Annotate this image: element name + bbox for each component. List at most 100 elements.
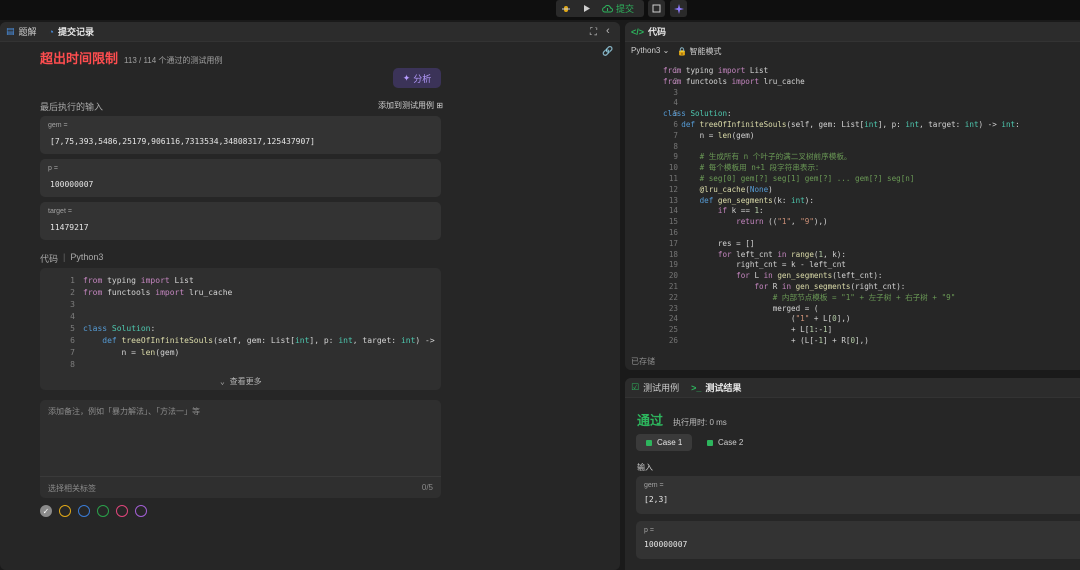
chevron-down-icon: ⌄ — [220, 377, 225, 386]
status-meta: 113 / 114 个通过的测试用例 — [124, 56, 223, 65]
last-input-label: 最后执行的输入 — [40, 102, 104, 112]
tab-label: 测试用例 — [643, 383, 680, 393]
code-icon: </> — [631, 26, 645, 37]
input-value: 11479217 — [50, 223, 89, 232]
input-label: gem = — [48, 122, 68, 129]
run-controls: 提交 — [556, 0, 644, 17]
test-input-p: p = 100000007 — [636, 521, 1080, 559]
smart-mode[interactable]: 🔒 智能模式 — [677, 46, 721, 57]
tab-testcases[interactable]: ☑ 测试用例 — [631, 381, 679, 394]
color-purple[interactable] — [135, 505, 147, 517]
input-label: target = — [48, 208, 72, 215]
code-editor[interactable]: 1 from typing import List 2 from functools… — [625, 66, 1080, 347]
color-pink[interactable] — [116, 505, 128, 517]
tab-label: 代码 — [648, 27, 667, 37]
play-icon — [583, 5, 590, 12]
tag-counter: 0/5 — [421, 483, 433, 492]
language-value: Python3 — [631, 46, 661, 55]
code-section-label: 代码 | Python3 — [40, 252, 104, 264]
case-2-button[interactable]: Case 2 — [697, 434, 753, 451]
input-value: 100000007 — [644, 540, 688, 549]
color-green[interactable] — [97, 505, 109, 517]
test-panel: ☑ 测试用例 >_ 测试结果 通过 执行用时: 0 ms Case 1 Case… — [625, 378, 1080, 570]
code-lang: Python3 — [70, 252, 104, 262]
see-more-label: 查看更多 — [229, 377, 262, 386]
tab-code[interactable]: </> 代码 — [631, 25, 666, 38]
submission-panel: ▤ 题解 ◔ 提交记录 ⛶ ‹ 🔗 超出时间限制 113 / 114 个通过的测… — [0, 22, 620, 570]
sparkle-icon: ✦ — [402, 72, 411, 83]
ai-button[interactable] — [670, 0, 687, 17]
color-blue[interactable] — [78, 505, 90, 517]
exec-time: 执行用时: 0 ms — [673, 418, 727, 427]
mode-label: 智能模式 — [689, 47, 722, 56]
input-label: p = — [48, 165, 58, 172]
input-section-label: 输入 — [637, 463, 653, 472]
result-row: 通过 执行用时: 0 ms — [637, 410, 727, 429]
tag-placeholder: 选择相关标签 — [48, 484, 96, 493]
pass-dot — [707, 439, 713, 446]
analyze-label: 分析 — [413, 73, 432, 84]
run-button[interactable] — [576, 0, 596, 17]
add-icon: ⊞ — [436, 101, 443, 110]
chevron-down-icon: ⌄ — [662, 46, 670, 55]
analyze-button[interactable]: ✦ 分析 — [393, 68, 441, 88]
case-label: Case 1 — [657, 438, 683, 447]
input-label: gem = — [644, 482, 664, 489]
case-label: Case 2 — [718, 438, 744, 447]
submit-label: 提交 — [616, 4, 635, 14]
input-target: target = 11479217 — [40, 202, 441, 240]
debug-button[interactable] — [556, 0, 576, 17]
terminal-icon: >_ — [691, 382, 702, 393]
tab-label: 题解 — [18, 27, 37, 37]
test-input-gem: gem = [2,3] — [636, 476, 1080, 514]
tab-submissions[interactable]: ◔ 提交记录 — [49, 25, 94, 38]
tab-label: 测试结果 — [705, 383, 742, 393]
top-bar: 提交 — [0, 0, 1080, 20]
tab-solutions[interactable]: ▤ 题解 — [6, 25, 37, 38]
input-value: 100000007 — [50, 180, 94, 189]
note-box[interactable]: 添加备注，例如「暴力解法」、「方法一」等 选择相关标签 0/5 — [40, 400, 441, 498]
note-icon — [652, 4, 661, 13]
input-label: p = — [644, 527, 654, 534]
book-icon: ▤ — [6, 26, 15, 36]
left-tabs: ▤ 题解 ◔ 提交记录 — [0, 22, 620, 42]
sparkle-icon — [673, 3, 684, 14]
case-1-button[interactable]: Case 1 — [636, 434, 693, 451]
status-title: 超出时间限制 — [40, 51, 119, 66]
cloud-upload-icon — [602, 4, 613, 13]
history-icon: ◔ — [48, 26, 54, 37]
tab-test-results[interactable]: >_ 测试结果 — [691, 381, 741, 394]
note-placeholder: 添加备注，例如「暴力解法」、「方法一」等 — [48, 407, 200, 416]
saved-status: 已存储 — [631, 357, 655, 366]
code-editor-panel: </> 代码 Python3 ⌄ 🔒 智能模式 1 from typing imp… — [625, 22, 1080, 370]
input-value: [7,75,393,5486,25179,906116,7313534,3480… — [50, 137, 315, 146]
input-value: [2,3] — [644, 495, 669, 504]
input-gem: gem = [7,75,393,5486,25179,906116,731353… — [40, 116, 441, 154]
fullscreen-icon[interactable]: ⛶ — [590, 27, 597, 38]
submit-button[interactable]: 提交 — [596, 0, 640, 17]
add-case-label: 添加到测试用例 — [378, 101, 434, 110]
test-tabs: ☑ 测试用例 >_ 测试结果 — [625, 378, 1080, 398]
input-p: p = 100000007 — [40, 159, 441, 197]
color-yellow[interactable] — [59, 505, 71, 517]
result-status: 通过 — [637, 413, 664, 428]
code-preview: 1 from typing import List 2 from functools… — [40, 268, 441, 390]
language-select[interactable]: Python3 ⌄ — [631, 46, 669, 57]
bug-icon — [562, 5, 570, 12]
pass-dot — [646, 439, 652, 446]
lock-icon: 🔒 — [677, 47, 688, 56]
see-more-button[interactable]: ⌄ 查看更多 — [220, 376, 262, 387]
code-tabs: </> 代码 — [625, 22, 1080, 42]
checkbox-icon: ☑ — [631, 382, 640, 392]
add-to-testcase-button[interactable]: 添加到测试用例 ⊞ — [378, 100, 443, 111]
link-icon[interactable]: 🔗 — [602, 46, 613, 57]
editor-toolbar: Python3 ⌄ 🔒 智能模式 — [631, 46, 722, 57]
tab-label: 提交记录 — [57, 27, 94, 37]
note-button[interactable] — [648, 0, 665, 17]
collapse-icon[interactable]: ‹ — [606, 25, 610, 37]
status-row: 超出时间限制 113 / 114 个通过的测试用例 — [40, 48, 222, 67]
code-label: 代码 — [40, 254, 59, 264]
color-picker: ✓ — [40, 505, 147, 517]
tag-selector[interactable]: 选择相关标签 0/5 — [40, 476, 441, 498]
color-gray[interactable]: ✓ — [40, 505, 52, 517]
